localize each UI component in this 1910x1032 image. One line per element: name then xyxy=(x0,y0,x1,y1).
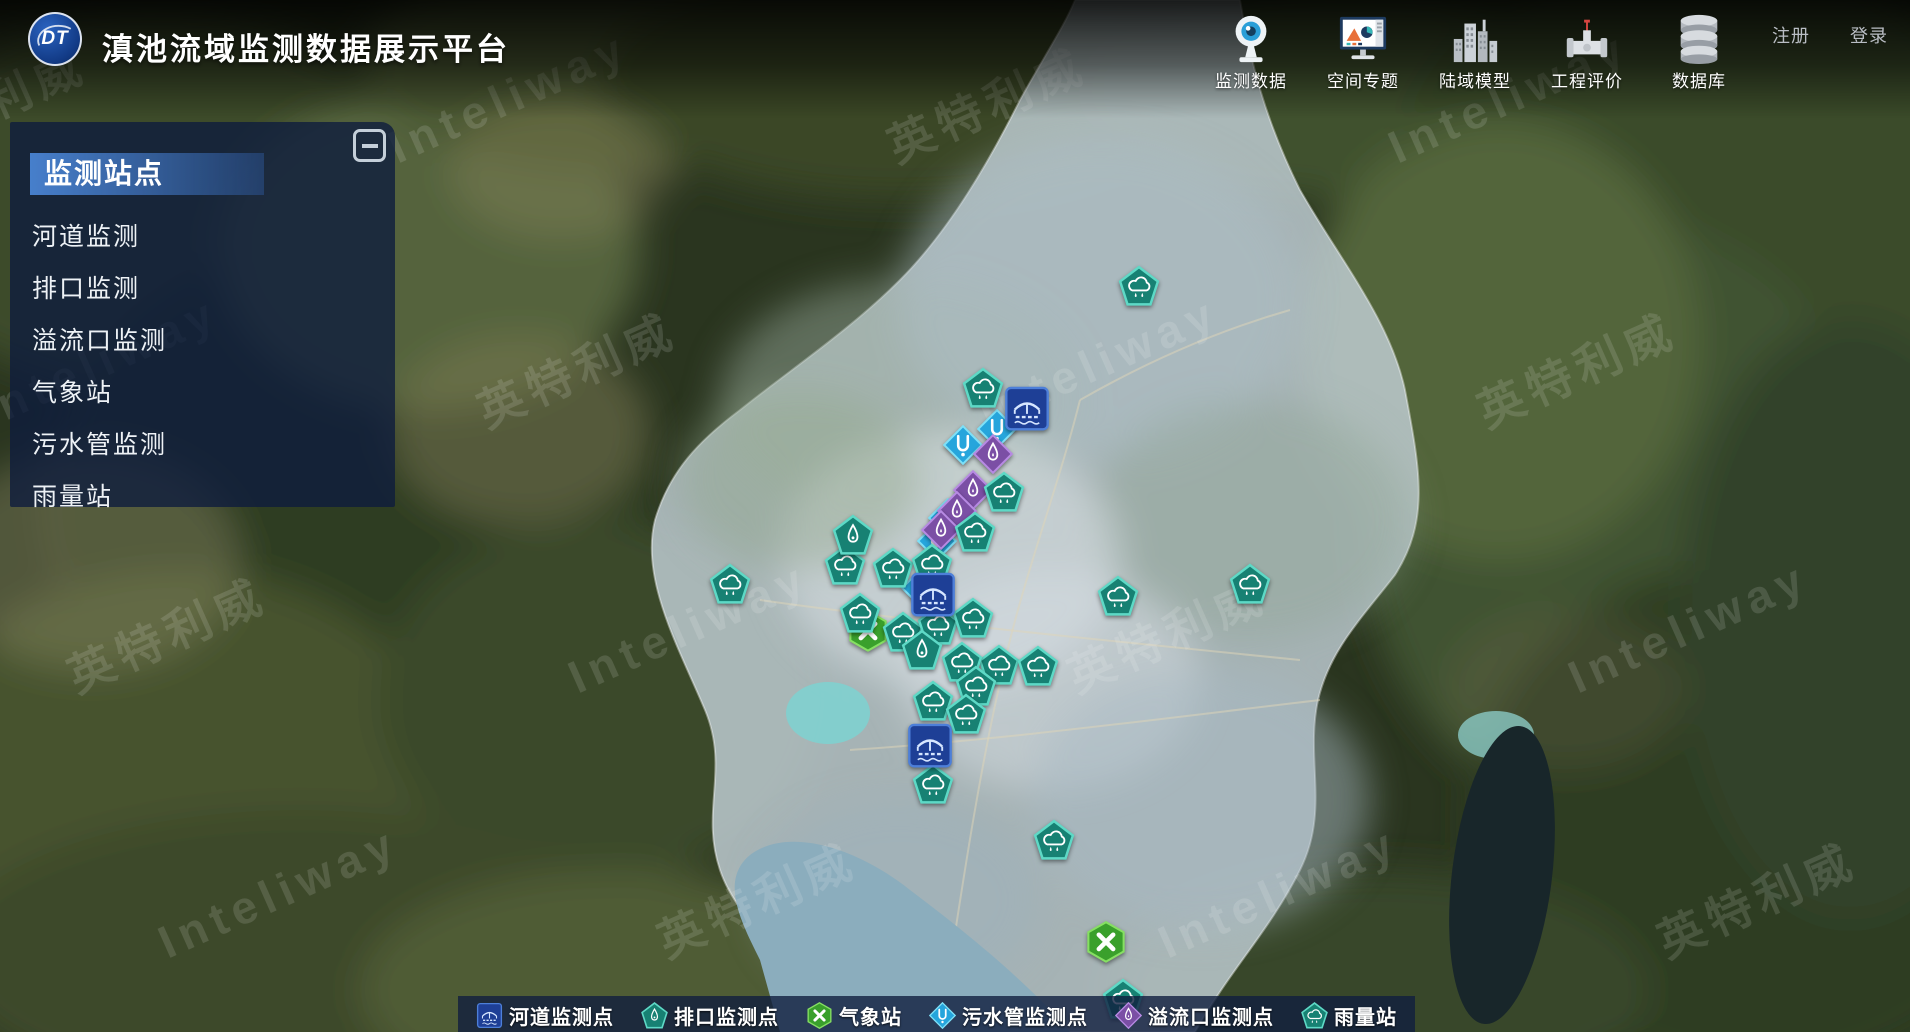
panel-title: 监测站点 xyxy=(30,153,264,195)
map-marker-overflow[interactable] xyxy=(973,434,1013,474)
legend-label: 排口监测点 xyxy=(674,1001,779,1030)
top-header: DT 滇池流域监测数据展示平台 监测数据 xyxy=(0,0,1910,118)
outfall-pin-icon xyxy=(641,1002,668,1029)
map-marker-rain[interactable] xyxy=(710,563,751,604)
nav-project-evaluation[interactable]: 工程评价 xyxy=(1544,8,1630,92)
map-marker-river[interactable] xyxy=(1004,385,1051,432)
collapse-panel-button[interactable] xyxy=(353,129,386,162)
rain-pin-icon xyxy=(1301,1002,1328,1029)
valve-icon xyxy=(1561,8,1613,64)
webcam-icon xyxy=(1225,8,1277,64)
nav-label: 监测数据 xyxy=(1215,67,1287,92)
nav-label: 工程评价 xyxy=(1551,67,1623,92)
sewage-pin-icon xyxy=(929,1002,956,1029)
map-marker-rain[interactable] xyxy=(873,547,914,588)
map-marker-rain[interactable] xyxy=(953,597,994,638)
legend-label: 污水管监测点 xyxy=(962,1001,1088,1030)
legend-label: 气象站 xyxy=(839,1001,902,1030)
legend-river-monitoring-point[interactable]: 河道监测点 xyxy=(476,1001,614,1030)
sidebar-item-outfall-monitoring[interactable]: 排口监测 xyxy=(10,261,395,313)
river-pin-icon xyxy=(476,1002,503,1029)
map-marker-rain[interactable] xyxy=(1034,819,1075,860)
nav-monitoring-data[interactable]: 监测数据 xyxy=(1208,8,1294,92)
sidebar-item-weather-station[interactable]: 气象站 xyxy=(10,365,395,417)
login-link[interactable]: 登录 xyxy=(1850,22,1888,48)
nav-spatial-topics[interactable]: 空间专题 xyxy=(1320,8,1406,92)
sidebar-item-river-monitoring[interactable]: 河道监测 xyxy=(10,209,395,261)
map-marker-outfall[interactable] xyxy=(833,514,874,555)
database-icon xyxy=(1673,8,1725,64)
sidebar-item-overflow-monitoring[interactable]: 溢流口监测 xyxy=(10,313,395,365)
nav-label: 数据库 xyxy=(1672,67,1726,92)
legend-weather-station[interactable]: 气象站 xyxy=(806,1001,902,1030)
map-marker-rain[interactable] xyxy=(1119,265,1160,306)
app-logo: DT xyxy=(28,12,82,66)
map-marker-river[interactable] xyxy=(910,571,957,618)
map-marker-weather[interactable] xyxy=(1085,921,1127,963)
minus-icon xyxy=(362,144,378,148)
app-root: 英特利威Inteliway英特利威InteliwayInteliway英特利威I… xyxy=(0,0,1910,1032)
buildings-icon xyxy=(1449,8,1501,64)
legend-overflow-monitoring-point[interactable]: 溢流口监测点 xyxy=(1115,1001,1274,1030)
legend-sewage-monitoring-point[interactable]: 污水管监测点 xyxy=(929,1001,1088,1030)
map-marker-outfall[interactable] xyxy=(902,629,943,670)
page-title: 滇池流域监测数据展示平台 xyxy=(102,24,510,69)
monitoring-stations-panel: 监测站点 河道监测 排口监测 溢流口监测 气象站 污水管监测 雨量站 xyxy=(10,122,395,507)
map-marker-rain[interactable] xyxy=(984,471,1025,512)
monitor-chart-icon xyxy=(1337,8,1389,64)
map-marker-rain[interactable] xyxy=(955,511,996,552)
legend-rain-station[interactable]: 雨量站 xyxy=(1301,1001,1397,1030)
sidebar-item-rain-station[interactable]: 雨量站 xyxy=(10,469,395,521)
nav-database[interactable]: 数据库 xyxy=(1656,8,1742,92)
map-marker-rain[interactable] xyxy=(1098,575,1139,616)
map-marker-rain[interactable] xyxy=(913,763,954,804)
map-legend: 河道监测点 排口监测点 气象站 污水管监测点 溢流口监测点 雨量站 xyxy=(458,996,1415,1032)
main-nav: 监测数据 xyxy=(1208,8,1742,92)
map-marker-rain[interactable] xyxy=(1230,563,1271,604)
map-marker-rain[interactable] xyxy=(1018,645,1059,686)
panel-menu: 河道监测 排口监测 溢流口监测 气象站 污水管监测 雨量站 xyxy=(10,209,395,521)
sidebar-item-sewage-monitoring[interactable]: 污水管监测 xyxy=(10,417,395,469)
legend-label: 河道监测点 xyxy=(509,1001,614,1030)
weather-pin-icon xyxy=(806,1002,833,1029)
map-marker-rain[interactable] xyxy=(963,367,1004,408)
auth-links: 注册 登录 xyxy=(1772,22,1888,48)
legend-outfall-monitoring-point[interactable]: 排口监测点 xyxy=(641,1001,779,1030)
legend-label: 雨量站 xyxy=(1334,1001,1397,1030)
nav-land-model[interactable]: 陆域模型 xyxy=(1432,8,1518,92)
legend-label: 溢流口监测点 xyxy=(1148,1001,1274,1030)
overflow-pin-icon xyxy=(1115,1002,1142,1029)
register-link[interactable]: 注册 xyxy=(1772,22,1810,48)
map-marker-river[interactable] xyxy=(907,722,954,769)
nav-label: 陆域模型 xyxy=(1439,67,1511,92)
map-marker-rain[interactable] xyxy=(840,592,881,633)
nav-label: 空间专题 xyxy=(1327,67,1399,92)
